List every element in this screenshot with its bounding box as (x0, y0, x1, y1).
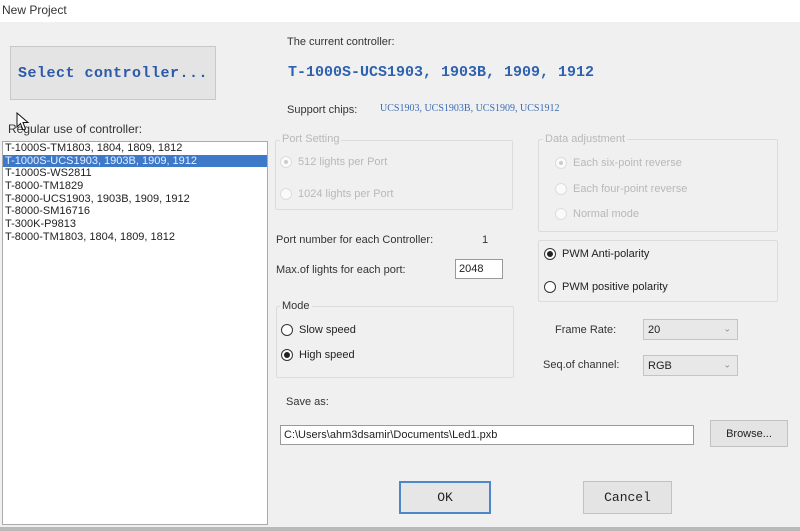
current-controller-value: T-1000S-UCS1903, 1903B, 1909, 1912 (288, 64, 595, 81)
radio-pwm-anti-polarity[interactable]: PWM Anti-polarity (544, 248, 649, 260)
save-as-label: Save as: (286, 396, 329, 408)
controller-list-item-selected[interactable]: T-1000S-UCS1903, 1903B, 1909, 1912 (3, 154, 267, 168)
radio-four-point-reverse[interactable]: Each four-point reverse (555, 183, 687, 195)
radio-button-icon (280, 188, 292, 200)
radio-slow-speed[interactable]: Slow speed (281, 324, 356, 336)
controller-list-item[interactable]: T-1000S-WS2811 (3, 167, 267, 180)
radio-label: PWM Anti-polarity (562, 248, 650, 260)
radio-button-icon (544, 281, 556, 293)
controller-list-item[interactable]: T-8000-SM16716 (3, 205, 267, 218)
chevron-down-icon: ⌄ (723, 322, 731, 333)
controller-list-item[interactable]: T-8000-TM1829 (3, 180, 267, 193)
radio-label: 512 lights per Port (298, 156, 388, 168)
radio-label: Slow speed (299, 324, 356, 336)
frame-rate-label: Frame Rate: (555, 324, 617, 336)
radio-button-icon (280, 156, 292, 168)
max-lights-input[interactable]: 2048 (455, 259, 503, 279)
controller-listbox[interactable]: T-1000S-TM1803, 1804, 1809, 1812 T-1000S… (2, 141, 268, 525)
controller-list-item[interactable]: T-8000-UCS1903, 1903B, 1909, 1912 (3, 193, 267, 206)
ok-button[interactable]: OK (399, 481, 491, 514)
title-bar[interactable]: New Project (0, 0, 800, 22)
frame-rate-value: 20 (648, 323, 661, 336)
cancel-button[interactable]: Cancel (583, 481, 672, 514)
browse-button[interactable]: Browse... (710, 420, 788, 447)
radio-button-icon (555, 183, 567, 195)
window-title: New Project (2, 3, 67, 17)
radio-label: Normal mode (573, 208, 640, 220)
current-controller-label: The current controller: (287, 36, 395, 48)
radio-pwm-positive-polarity[interactable]: PWM positive polarity (544, 281, 668, 293)
channel-seq-value: RGB (648, 359, 672, 372)
channel-seq-select[interactable]: RGB ⌄ (643, 355, 738, 376)
chevron-down-icon: ⌄ (723, 358, 731, 369)
mouse-cursor-icon (16, 112, 30, 131)
port-number-label: Port number for each Controller: (276, 234, 434, 246)
radio-button-icon (555, 157, 567, 169)
radio-six-point-reverse[interactable]: Each six-point reverse (555, 157, 682, 169)
port-setting-title: Port Setting (280, 133, 342, 145)
select-controller-button[interactable]: Select controller... (10, 46, 216, 100)
radio-1024-lights[interactable]: 1024 lights per Port (280, 188, 393, 200)
support-chips-value: UCS1903, UCS1903B, UCS1909, UCS1912 (380, 103, 560, 114)
radio-button-icon (544, 248, 556, 260)
mode-group (276, 306, 514, 378)
radio-label: PWM positive polarity (562, 281, 668, 293)
radio-normal-mode[interactable]: Normal mode (555, 208, 639, 220)
data-adjustment-title: Data adjustment (543, 133, 628, 145)
controller-list-item[interactable]: T-1000S-TM1803, 1804, 1809, 1812 (3, 142, 267, 155)
channel-seq-label: Seq.of channel: (543, 359, 620, 371)
controller-list-item[interactable]: T-300K-P9813 (3, 218, 267, 231)
port-number-value: 1 (482, 234, 489, 246)
radio-button-icon (281, 349, 293, 361)
radio-label: Each six-point reverse (573, 157, 682, 169)
mode-title: Mode (280, 300, 312, 312)
radio-button-icon (555, 208, 567, 220)
max-lights-label: Max.of lights for each port: (276, 264, 406, 276)
frame-rate-select[interactable]: 20 ⌄ (643, 319, 738, 340)
save-path-input[interactable]: C:\Users\ahm3dsamir\Documents\Led1.pxb (280, 425, 694, 445)
radio-512-lights[interactable]: 512 lights per Port (280, 156, 387, 168)
controller-list-item[interactable]: T-8000-TM1803, 1804, 1809, 1812 (3, 231, 267, 244)
radio-button-icon (281, 324, 293, 336)
radio-label: High speed (299, 349, 355, 361)
support-chips-label: Support chips: (287, 104, 358, 116)
radio-label: Each four-point reverse (573, 183, 688, 195)
window-bottom-border (0, 527, 800, 531)
radio-label: 1024 lights per Port (298, 188, 394, 200)
radio-high-speed[interactable]: High speed (281, 349, 355, 361)
